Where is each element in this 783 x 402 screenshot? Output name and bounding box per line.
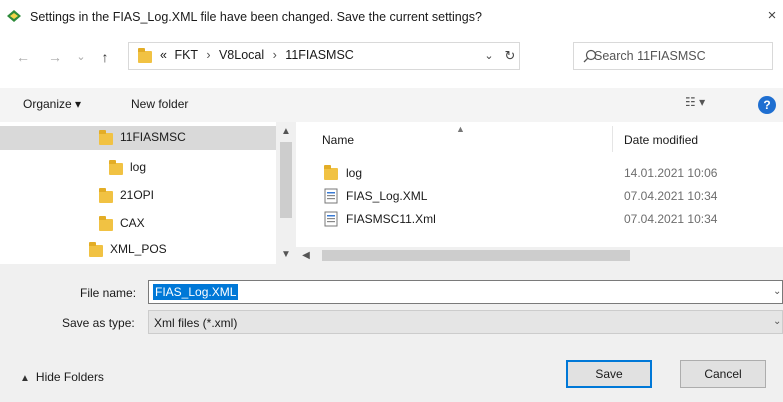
breadcrumb-item-v8local[interactable]: V8Local bbox=[219, 48, 264, 62]
breadcrumb-item-fkt[interactable]: FKT bbox=[174, 48, 197, 62]
chevron-down-icon[interactable]: ⌄ bbox=[482, 48, 496, 64]
folder-icon bbox=[324, 165, 338, 181]
folder-icon bbox=[99, 130, 113, 145]
file-name-value[interactable]: FIAS_Log.XML bbox=[153, 284, 239, 300]
tree-item-log[interactable]: log bbox=[0, 156, 276, 180]
view-options-button[interactable]: ☷ ▾ bbox=[685, 95, 723, 113]
window-title: Settings in the FIAS_Log.XML file have b… bbox=[30, 10, 482, 24]
file-row-fias-log-xml[interactable]: FIAS_Log.XML 07.04.2021 10:34 bbox=[312, 185, 783, 207]
up-arrow-icon[interactable]: ↑ bbox=[96, 48, 114, 66]
file-name: FIAS_Log.XML bbox=[346, 189, 428, 203]
tree-item-label: log bbox=[130, 160, 147, 174]
file-date: 07.04.2021 10:34 bbox=[624, 212, 718, 226]
breadcrumb-item-11fiasmsc[interactable]: 11FIASMSC bbox=[285, 48, 354, 62]
file-name: log bbox=[346, 166, 363, 180]
organize-button[interactable]: Organize ▾ bbox=[23, 97, 81, 111]
tree-item-xml-pos[interactable]: XML_POS bbox=[0, 238, 276, 262]
file-row-fiasmsc11-xml[interactable]: FIASMSC11.Xml 07.04.2021 10:34 bbox=[312, 208, 783, 230]
tree-item-11fiasmsc[interactable]: 11FIASMSC bbox=[0, 126, 276, 150]
xml-file-icon bbox=[324, 188, 338, 204]
breadcrumb[interactable]: « FKT › V8Local › 11FIASMSC bbox=[160, 48, 354, 62]
scroll-down-icon[interactable]: ▼ bbox=[276, 246, 296, 264]
forward-arrow-icon[interactable]: → bbox=[46, 48, 64, 66]
folder-icon bbox=[99, 216, 113, 231]
file-name-field[interactable] bbox=[148, 280, 783, 304]
scroll-thumb[interactable] bbox=[322, 250, 630, 261]
refresh-icon[interactable]: ↻ bbox=[502, 48, 518, 64]
save-as-type-value: Xml files (*.xml) bbox=[154, 316, 238, 330]
tree-item-label: 21OPI bbox=[120, 188, 155, 202]
tree-item-label: XML_POS bbox=[110, 242, 167, 256]
file-date: 07.04.2021 10:34 bbox=[624, 189, 718, 203]
folder-icon bbox=[138, 48, 152, 63]
save-as-type-select[interactable] bbox=[148, 310, 783, 334]
folder-icon bbox=[109, 160, 123, 175]
scroll-left-icon[interactable]: ◀ bbox=[298, 247, 314, 264]
new-folder-button[interactable]: New folder bbox=[131, 97, 188, 111]
tree-item-21opi[interactable]: 21OPI bbox=[0, 184, 276, 208]
file-name-label: File name: bbox=[80, 286, 137, 300]
file-date: 14.01.2021 10:06 bbox=[624, 166, 718, 180]
chevron-up-icon: ▲ bbox=[20, 373, 30, 384]
folder-icon bbox=[89, 242, 103, 257]
column-header-date[interactable]: Date modified bbox=[624, 133, 698, 147]
chevron-right-icon: › bbox=[206, 48, 211, 62]
command-bar bbox=[0, 88, 783, 122]
sort-up-icon: ▲ bbox=[456, 124, 465, 134]
column-header-name[interactable]: Name bbox=[322, 133, 354, 147]
scroll-up-icon[interactable]: ▲ bbox=[276, 122, 296, 142]
breadcrumb-overflow[interactable]: « bbox=[160, 48, 167, 62]
save-as-type-label: Save as type: bbox=[62, 316, 135, 330]
chevron-right-icon: › bbox=[272, 48, 277, 62]
back-arrow-icon[interactable]: ← bbox=[14, 48, 32, 66]
close-icon[interactable]: × bbox=[762, 6, 782, 26]
save-button[interactable]: Save bbox=[566, 360, 652, 388]
column-divider[interactable] bbox=[612, 126, 613, 152]
scroll-thumb[interactable] bbox=[280, 142, 292, 218]
folder-icon bbox=[99, 188, 113, 203]
app-icon bbox=[7, 10, 21, 22]
recent-locations-icon[interactable]: ⌄ bbox=[72, 48, 90, 66]
help-icon[interactable]: ? bbox=[758, 96, 776, 114]
tree-item-label: CAX bbox=[120, 216, 145, 230]
tree-item-label: 11FIASMSC bbox=[120, 130, 186, 144]
search-placeholder: Search 11FIASMSC bbox=[594, 49, 706, 63]
hide-folders-label: Hide Folders bbox=[35, 370, 104, 384]
file-name: FIASMSC11.Xml bbox=[346, 212, 436, 226]
chevron-down-icon[interactable]: ⌄ bbox=[773, 314, 783, 330]
hide-folders-button[interactable]: ▲ Hide Folders bbox=[20, 370, 104, 384]
xml-file-icon bbox=[324, 211, 338, 227]
chevron-down-icon[interactable]: ⌄ bbox=[773, 284, 783, 300]
file-row-log[interactable]: log 14.01.2021 10:06 bbox=[312, 162, 783, 184]
cancel-button[interactable]: Cancel bbox=[680, 360, 766, 388]
tree-item-cax[interactable]: CAX bbox=[0, 212, 276, 236]
